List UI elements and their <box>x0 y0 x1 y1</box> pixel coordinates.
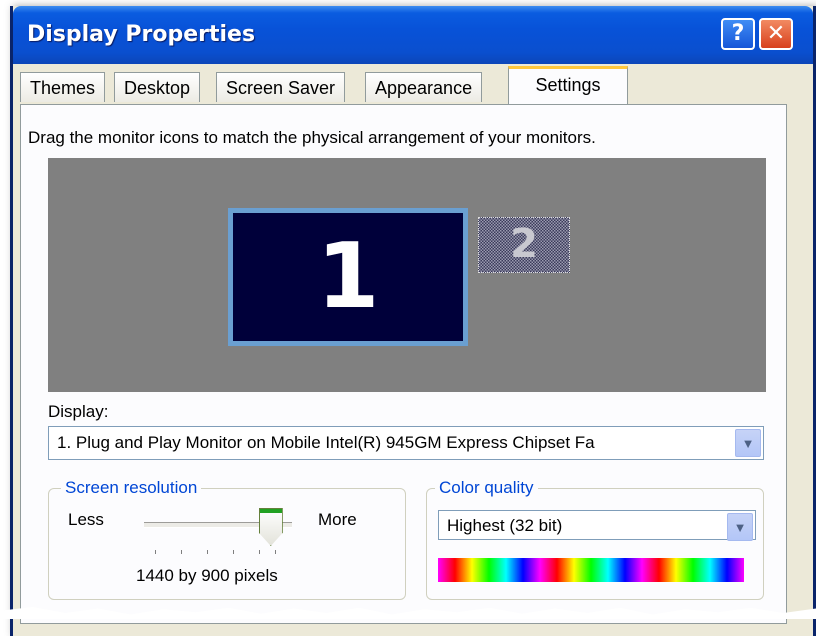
slider-tick <box>181 550 182 554</box>
help-button[interactable]: ? <box>721 18 755 50</box>
color-spectrum-bar <box>438 558 744 582</box>
monitor-2-icon[interactable]: 2 <box>478 217 570 273</box>
monitor-2-number: 2 <box>510 221 538 267</box>
chevron-down-icon: ▼ <box>741 436 755 451</box>
close-icon: ✕ <box>766 21 786 46</box>
tab-strip: Themes Desktop Screen Saver Appearance S… <box>20 66 780 106</box>
less-label: Less <box>68 510 104 529</box>
display-dropdown-button[interactable]: ▼ <box>735 429 761 457</box>
screen-resolution-legend: Screen resolution <box>61 478 202 498</box>
monitor-1-icon[interactable]: 1 <box>228 208 468 346</box>
slider-tick <box>275 550 276 554</box>
slider-tick <box>207 550 208 554</box>
help-icon: ? <box>731 21 745 46</box>
close-button[interactable]: ✕ <box>759 18 793 50</box>
title-bar[interactable]: Display Properties ? ✕ <box>13 6 813 64</box>
instructions-text: Drag the monitor icons to match the phys… <box>28 128 596 147</box>
tab-desktop[interactable]: Desktop <box>114 72 201 102</box>
color-quality-legend: Color quality <box>435 478 538 498</box>
slider-tick <box>155 550 156 554</box>
tab-themes[interactable]: Themes <box>20 72 106 102</box>
tab-appearance[interactable]: Appearance <box>365 72 483 102</box>
tab-screen-saver[interactable]: Screen Saver <box>216 72 346 102</box>
color-quality-group: Color quality <box>426 478 764 600</box>
tab-settings[interactable]: Settings <box>508 66 628 104</box>
monitor-1-number: 1 <box>316 224 380 329</box>
chevron-down-icon: ▼ <box>733 520 747 535</box>
resolution-value-text: 1440 by 900 pixels <box>136 566 278 585</box>
display-dropdown[interactable]: 1. Plug and Play Monitor on Mobile Intel… <box>48 426 764 460</box>
more-label: More <box>318 510 357 529</box>
display-dropdown-value: 1. Plug and Play Monitor on Mobile Intel… <box>57 433 595 452</box>
slider-tick <box>233 550 234 554</box>
color-quality-value: Highest (32 bit) <box>447 516 563 535</box>
window-title: Display Properties <box>27 22 256 47</box>
slider-tick <box>259 550 260 554</box>
color-quality-dropdown-button[interactable]: ▼ <box>727 513 753 541</box>
display-label: Display: <box>48 402 109 421</box>
color-quality-dropdown[interactable]: Highest (32 bit) ▼ <box>438 510 756 541</box>
